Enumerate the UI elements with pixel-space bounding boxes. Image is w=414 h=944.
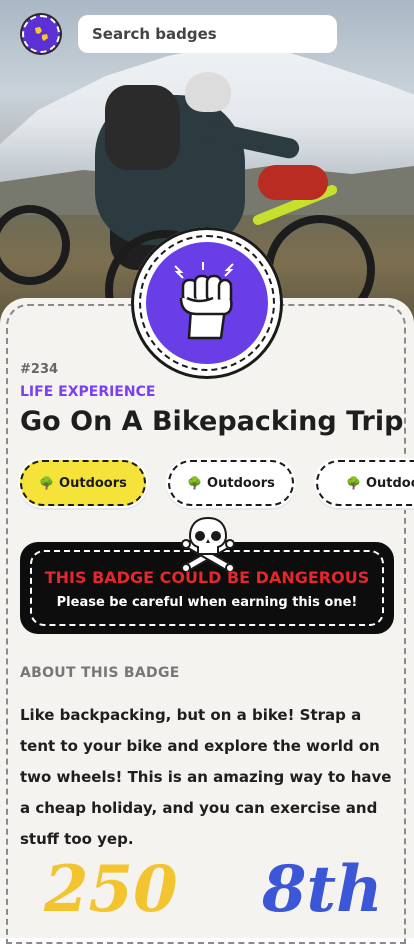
raised-fist-icon: [146, 242, 268, 364]
backpack-shape: [105, 85, 180, 170]
tag-label: Outdoors: [59, 475, 127, 491]
search-input[interactable]: [78, 15, 337, 53]
tag-outdoors[interactable]: 🌳 Outdoors: [20, 460, 146, 506]
badge-number: #234: [20, 362, 59, 377]
skull-crossbones-icon: [178, 512, 238, 573]
tag-label: Outdoors: [207, 475, 275, 491]
danger-title: THIS BADGE COULD BE DANGEROUS: [44, 568, 370, 587]
badge-category: LIFE EXPERIENCE: [20, 384, 156, 400]
tag-label: Outdoors: [365, 475, 414, 491]
badge-title: Go On A Bikepacking Trip: [20, 406, 404, 437]
tree-icon: 🌳: [39, 476, 55, 490]
tree-icon: 🌳: [346, 476, 361, 490]
stat-earned-count: 250: [44, 852, 178, 927]
tree-icon: 🌳: [187, 476, 203, 490]
tag-outdoors[interactable]: 🌳 Outdoors: [316, 460, 414, 506]
danger-subtitle: Please be careful when earning this one!: [56, 595, 358, 610]
handlebar-bag: [258, 165, 328, 200]
tag-outdoors[interactable]: 🌳 Outdoors: [168, 460, 294, 506]
globe-icon[interactable]: [22, 15, 60, 53]
stat-rank: 8th: [262, 852, 383, 927]
about-heading: ABOUT THIS BADGE: [20, 665, 180, 681]
about-text: Like backpacking, but on a bike! Strap a…: [20, 706, 392, 848]
helmet-shape: [185, 72, 231, 112]
